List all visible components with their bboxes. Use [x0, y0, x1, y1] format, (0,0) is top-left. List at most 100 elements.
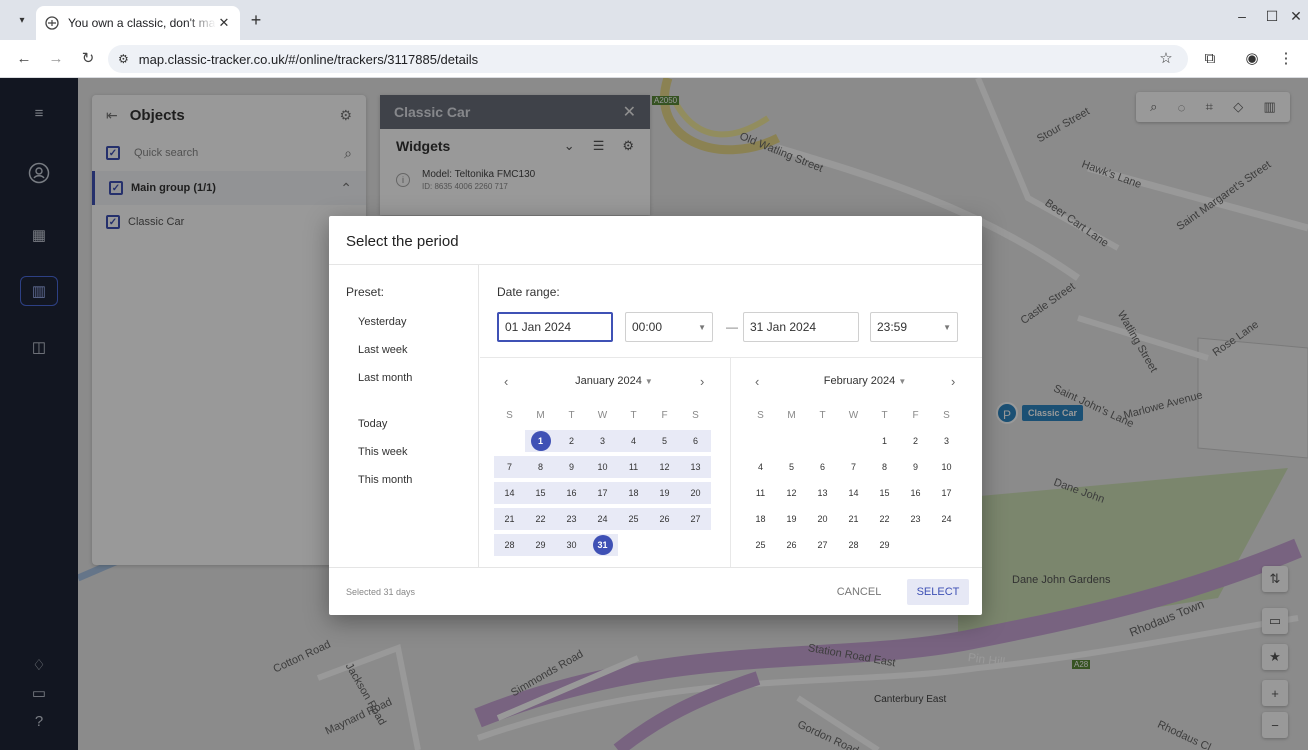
- calendar-day[interactable]: 11: [618, 456, 649, 478]
- month-label[interactable]: January 2024 ▼: [494, 375, 734, 387]
- tab-close-icon[interactable]: ✕: [216, 15, 232, 31]
- calendar-day[interactable]: 15: [525, 482, 556, 504]
- calendar-day[interactable]: 3: [587, 430, 618, 452]
- calendar-day[interactable]: 8: [525, 456, 556, 478]
- calendar-day[interactable]: 19: [776, 508, 807, 530]
- calendar-day[interactable]: 7: [494, 456, 525, 478]
- calendar-day[interactable]: 18: [745, 508, 776, 530]
- calendar-day[interactable]: 25: [745, 534, 776, 556]
- preset-this-week[interactable]: This week: [358, 446, 408, 458]
- calendar-day[interactable]: 25: [618, 508, 649, 530]
- calendar-day[interactable]: 1: [525, 430, 556, 452]
- url-field[interactable]: ⚙ map.classic-tracker.co.uk/#/online/tra…: [108, 45, 1188, 73]
- start-date-input[interactable]: 01 Jan 2024: [497, 312, 613, 342]
- calendar-day[interactable]: 10: [931, 456, 962, 478]
- calendar-day[interactable]: 20: [680, 482, 711, 504]
- calendar-day[interactable]: 21: [838, 508, 869, 530]
- calendar-day[interactable]: 2: [556, 430, 587, 452]
- calendar-day[interactable]: 5: [776, 456, 807, 478]
- calendar-day[interactable]: 5: [649, 430, 680, 452]
- calendar-day[interactable]: 13: [680, 456, 711, 478]
- profile-avatar-icon[interactable]: ◉: [1242, 49, 1262, 69]
- preset-header: Preset:: [346, 285, 385, 299]
- calendar-day[interactable]: 1: [869, 430, 900, 452]
- maximize-button[interactable]: ☐: [1260, 8, 1284, 25]
- calendar-day[interactable]: 4: [745, 456, 776, 478]
- calendar-day[interactable]: 22: [869, 508, 900, 530]
- bookmark-star-icon[interactable]: ☆: [1156, 49, 1176, 69]
- calendar-day[interactable]: 22: [525, 508, 556, 530]
- month-label[interactable]: February 2024 ▼: [745, 375, 985, 387]
- back-arrow-icon[interactable]: ←: [14, 49, 34, 69]
- end-time-select[interactable]: 23:59 ▼: [870, 312, 958, 342]
- calendar-day[interactable]: 27: [807, 534, 838, 556]
- calendar-day[interactable]: 28: [494, 534, 525, 556]
- calendar-day[interactable]: 24: [931, 508, 962, 530]
- calendar-day[interactable]: 24: [587, 508, 618, 530]
- calendar-day[interactable]: 29: [869, 534, 900, 556]
- weekday-label: M: [536, 410, 545, 421]
- calendar-day[interactable]: 23: [556, 508, 587, 530]
- calendar-day[interactable]: 9: [900, 456, 931, 478]
- site-settings-icon[interactable]: ⚙: [118, 52, 129, 66]
- preset-last-week[interactable]: Last week: [358, 344, 408, 356]
- calendar-day[interactable]: 9: [556, 456, 587, 478]
- calendar-day[interactable]: 14: [838, 482, 869, 504]
- browser-menu-icon[interactable]: ⋮: [1276, 49, 1296, 69]
- end-date-input[interactable]: 31 Jan 2024: [743, 312, 859, 342]
- calendar-day[interactable]: 19: [649, 482, 680, 504]
- calendar-day[interactable]: 31: [587, 534, 618, 556]
- calendar-day[interactable]: 14: [494, 482, 525, 504]
- tab-search-chevron-icon[interactable]: ▾: [12, 10, 32, 30]
- weekday-label: T: [881, 410, 888, 421]
- weekday-label: S: [506, 410, 513, 421]
- calendar-day[interactable]: 27: [680, 508, 711, 530]
- calendar-day[interactable]: 12: [776, 482, 807, 504]
- calendar-day[interactable]: 21: [494, 508, 525, 530]
- calendar-day[interactable]: 4: [618, 430, 649, 452]
- preset-this-month[interactable]: This month: [358, 474, 412, 486]
- calendar-day[interactable]: 16: [556, 482, 587, 504]
- calendar-day[interactable]: 29: [525, 534, 556, 556]
- calendar-day[interactable]: 11: [745, 482, 776, 504]
- calendar-day[interactable]: 16: [900, 482, 931, 504]
- calendar-day[interactable]: 23: [900, 508, 931, 530]
- calendar-day[interactable]: 13: [807, 482, 838, 504]
- calendar-day[interactable]: 8: [869, 456, 900, 478]
- calendar-day[interactable]: 28: [838, 534, 869, 556]
- next-month-icon[interactable]: ›: [700, 374, 704, 389]
- divider: [480, 357, 982, 358]
- minimize-button[interactable]: –: [1230, 8, 1254, 24]
- forward-arrow-icon[interactable]: →: [46, 49, 66, 69]
- calendar-day[interactable]: 10: [587, 456, 618, 478]
- browser-tab[interactable]: You own a classic, don't make it ✕: [36, 6, 240, 40]
- calendar-day[interactable]: 30: [556, 534, 587, 556]
- calendar-day[interactable]: 20: [807, 508, 838, 530]
- cancel-button[interactable]: CANCEL: [829, 579, 889, 605]
- new-tab-button[interactable]: +: [246, 10, 266, 30]
- calendar-day[interactable]: 26: [776, 534, 807, 556]
- window-close-button[interactable]: ✕: [1284, 8, 1308, 25]
- calendar-day[interactable]: 18: [618, 482, 649, 504]
- next-month-icon[interactable]: ›: [951, 374, 955, 389]
- preset-last-month[interactable]: Last month: [358, 372, 412, 384]
- calendar-day[interactable]: 6: [807, 456, 838, 478]
- preset-yesterday[interactable]: Yesterday: [358, 316, 407, 328]
- calendar-day[interactable]: 26: [649, 508, 680, 530]
- calendar-day[interactable]: 3: [931, 430, 962, 452]
- calendar-day[interactable]: 2: [900, 430, 931, 452]
- weekday-label: M: [787, 410, 796, 421]
- start-time-select[interactable]: 00:00 ▼: [625, 312, 713, 342]
- calendar-day[interactable]: 15: [869, 482, 900, 504]
- extensions-puzzle-icon[interactable]: ⧉: [1200, 49, 1220, 69]
- weekday-label: T: [630, 410, 637, 421]
- calendar-day[interactable]: 6: [680, 430, 711, 452]
- reload-icon[interactable]: ↻: [78, 49, 98, 69]
- chevron-down-icon: ▼: [943, 322, 951, 332]
- calendar-day[interactable]: 17: [587, 482, 618, 504]
- calendar-day[interactable]: 12: [649, 456, 680, 478]
- preset-today[interactable]: Today: [358, 418, 387, 430]
- calendar-day[interactable]: 17: [931, 482, 962, 504]
- select-button[interactable]: SELECT: [907, 579, 969, 605]
- calendar-day[interactable]: 7: [838, 456, 869, 478]
